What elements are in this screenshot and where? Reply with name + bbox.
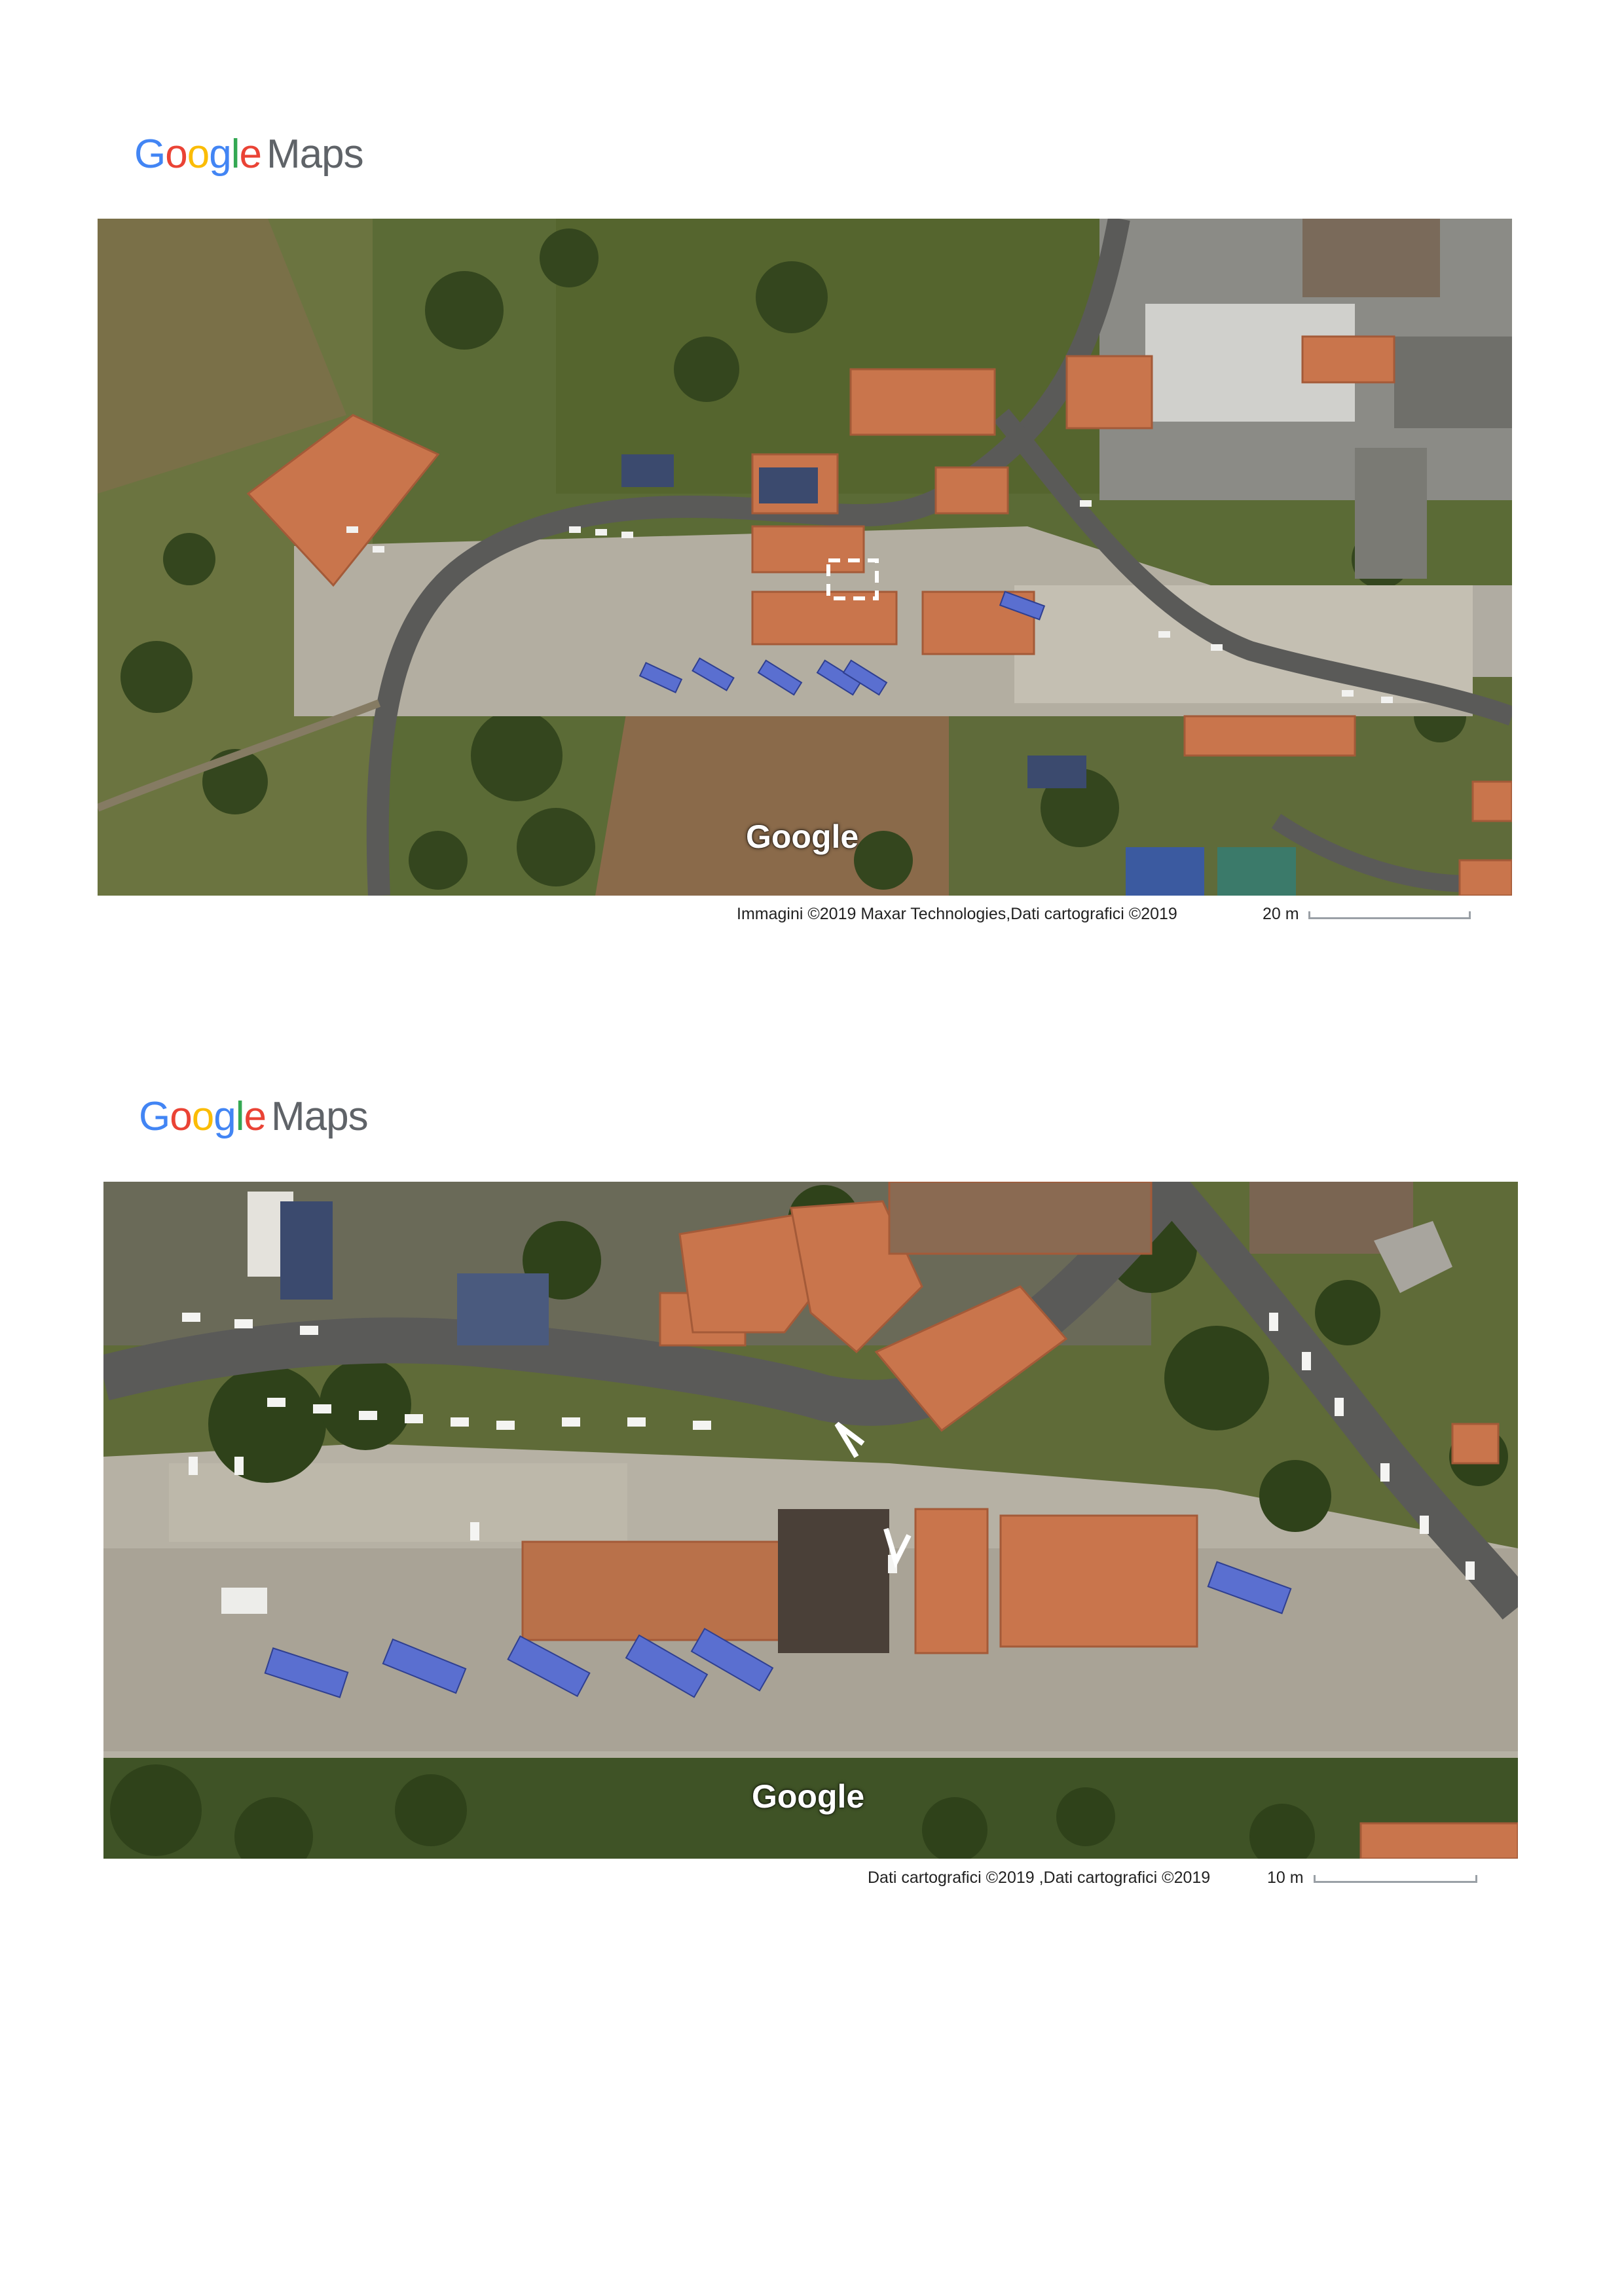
logo-letter: o — [187, 132, 210, 177]
satellite-imagery — [98, 219, 1512, 896]
logo-letter: l — [235, 1094, 245, 1139]
logo-letter: e — [239, 132, 261, 177]
logo-letter: o — [170, 1094, 192, 1139]
logo-maps-word: Maps — [266, 132, 364, 177]
logo-letter: G — [134, 132, 166, 177]
logo-letter: G — [139, 1094, 170, 1139]
satellite-map-detail[interactable]: Google — [103, 1182, 1518, 1859]
logo-letter: o — [191, 1094, 214, 1139]
scale-bar — [1308, 911, 1471, 919]
logo-letter: g — [213, 1094, 236, 1139]
logo-letter: e — [244, 1094, 266, 1139]
scale-bar — [1314, 1875, 1477, 1883]
map-attribution[interactable]: Dati cartografici ©2019 ,Dati cartografi… — [868, 1868, 1210, 1887]
scale-label: 20 m — [1263, 905, 1299, 923]
logo-maps-word: Maps — [270, 1094, 369, 1139]
satellite-map-overview[interactable]: Google — [98, 219, 1512, 896]
logo-letter: l — [231, 132, 240, 177]
logo-letter: g — [209, 132, 231, 177]
google-maps-logo: Google Maps — [134, 132, 364, 177]
google-watermark: Google — [752, 1778, 865, 1815]
map-attribution[interactable]: Immagini ©2019 Maxar Technologies,Dati c… — [737, 905, 1177, 924]
scale-label: 10 m — [1267, 1868, 1304, 1887]
satellite-imagery — [103, 1182, 1518, 1859]
google-maps-logo: Google Maps — [139, 1094, 369, 1139]
logo-letter: o — [165, 132, 187, 177]
google-watermark: Google — [746, 818, 859, 855]
